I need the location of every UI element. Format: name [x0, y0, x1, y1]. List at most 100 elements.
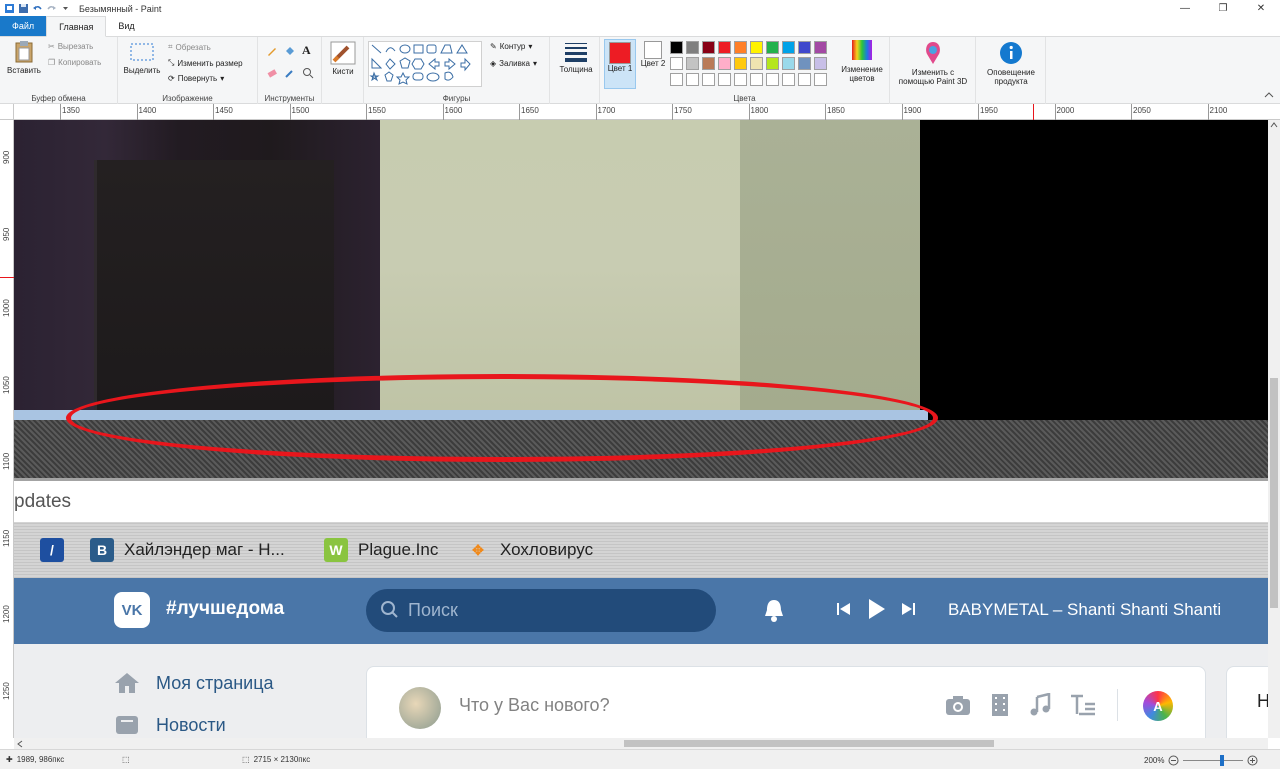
undo-icon[interactable]	[32, 3, 43, 14]
selection-size: ⬚	[122, 755, 130, 764]
text-tool-icon[interactable]: A	[302, 43, 311, 58]
shapes-gallery[interactable]	[368, 41, 482, 87]
vertical-scroll-thumb[interactable]	[1270, 378, 1278, 608]
paste-button[interactable]: Вставить	[4, 40, 44, 75]
palette-swatch[interactable]	[702, 57, 715, 70]
palette-swatch-empty[interactable]	[686, 73, 699, 86]
fill-bucket-icon[interactable]	[284, 45, 296, 57]
close-button[interactable]: ✕	[1242, 0, 1280, 17]
ruler-tick-label: 1500	[291, 106, 310, 115]
ruler-tick-label: 1400	[138, 106, 157, 115]
bookmark-3: W Plague.Inc	[324, 538, 438, 562]
ruler-tick-label: 1200	[2, 605, 11, 623]
crop-button[interactable]: ⌗ Обрезать	[168, 42, 211, 52]
palette-swatch[interactable]	[766, 41, 779, 54]
palette-swatch[interactable]	[734, 41, 747, 54]
brushes-button[interactable]: Кисти	[326, 41, 360, 76]
chevron-down-icon: ▾	[220, 74, 225, 83]
scroll-left-icon[interactable]	[17, 740, 23, 748]
paint3d-group: Изменить с помощью Paint 3D	[890, 37, 976, 104]
palette-swatch-empty[interactable]	[814, 73, 827, 86]
maximize-button[interactable]: ❐	[1204, 0, 1242, 17]
collapse-ribbon-icon[interactable]	[1264, 91, 1274, 99]
palette-swatch-empty[interactable]	[782, 73, 795, 86]
eraser-icon[interactable]	[266, 67, 278, 79]
palette-swatch[interactable]	[750, 41, 763, 54]
scroll-up-icon[interactable]	[1270, 122, 1278, 128]
color-picker-icon[interactable]	[284, 67, 296, 79]
ruler-tick-label: 1950	[980, 106, 998, 115]
palette-swatch-empty[interactable]	[750, 73, 763, 86]
palette-swatch-empty[interactable]	[702, 73, 715, 86]
palette-swatch[interactable]	[782, 57, 795, 70]
camera-icon	[946, 696, 970, 715]
pencil-icon[interactable]	[266, 45, 278, 57]
ruler-tick-label: 950	[2, 227, 11, 241]
palette-swatch[interactable]	[670, 57, 683, 70]
customize-qat-icon[interactable]	[60, 3, 71, 14]
tab-home[interactable]: Главная	[46, 16, 107, 37]
tab-file[interactable]: Файл	[0, 16, 47, 36]
copy-button[interactable]: ❐ Копировать	[48, 58, 101, 67]
size-button[interactable]: Толщина	[556, 41, 596, 74]
color2-button[interactable]: Цвет 2	[640, 41, 666, 68]
palette-swatch[interactable]	[814, 41, 827, 54]
palette-swatch[interactable]	[814, 57, 827, 70]
fill-dropdown[interactable]: ◈ Заливка ▾	[490, 59, 537, 68]
zoom-in-icon[interactable]	[1247, 755, 1258, 766]
rotate-button[interactable]: ⟳ Повернуть ▾	[168, 74, 224, 83]
image-group: Выделить ⌗ Обрезать ⤡ Изменить размер ⟳ …	[118, 37, 258, 104]
save-icon[interactable]	[18, 3, 29, 14]
ruler-tick-label: 1450	[215, 106, 233, 115]
paint3d-button[interactable]: Изменить с помощью Paint 3D	[894, 40, 972, 86]
paint3d-icon	[926, 42, 940, 64]
magnifier-icon[interactable]	[302, 67, 314, 79]
palette-swatch[interactable]	[702, 41, 715, 54]
horizontal-scrollbar[interactable]	[14, 738, 1268, 749]
minimize-button[interactable]: —	[1166, 0, 1204, 17]
ruler-tick-label: 1600	[444, 106, 463, 115]
photo-light-region-right	[740, 120, 920, 410]
palette-swatch[interactable]	[718, 57, 731, 70]
palette-swatch[interactable]	[670, 41, 683, 54]
product-alert-button[interactable]: Оповещение продукта	[980, 40, 1042, 86]
palette-swatch-empty[interactable]	[718, 73, 731, 86]
ruler-tick-label: 1800	[750, 106, 769, 115]
palette-swatch[interactable]	[750, 57, 763, 70]
palette-swatch-empty[interactable]	[734, 73, 747, 86]
tab-view[interactable]: Вид	[106, 16, 146, 36]
drawing-canvas[interactable]: pdates / B Хайлэндер маг - Н... W Plague…	[14, 120, 1268, 738]
outline-dropdown[interactable]: ✎ Контур ▾	[490, 42, 532, 51]
palette-swatch[interactable]	[798, 57, 811, 70]
palette-swatch[interactable]	[766, 57, 779, 70]
zoom-slider[interactable]	[1183, 755, 1244, 766]
palette-swatch[interactable]	[686, 57, 699, 70]
palette-swatch[interactable]	[782, 41, 795, 54]
redo-icon[interactable]	[46, 3, 57, 14]
zoom-level: 200%	[1144, 756, 1165, 765]
select-button[interactable]: Выделить	[120, 42, 164, 75]
vk-right-card: Н	[1226, 666, 1268, 738]
palette-swatch[interactable]	[798, 41, 811, 54]
edit-colors-button[interactable]: Изменение цветов	[834, 39, 890, 83]
zoom-controls: 200%	[1144, 755, 1258, 766]
photo-dark-frame	[94, 160, 334, 410]
selection-icon: ⬚	[122, 755, 130, 764]
cut-button[interactable]: ✂ Вырезать	[48, 42, 93, 51]
palette-swatch[interactable]	[686, 41, 699, 54]
ruler-tick	[60, 104, 61, 120]
palette-swatch[interactable]	[718, 41, 731, 54]
horizontal-scroll-thumb[interactable]	[624, 740, 994, 747]
vk-search-placeholder: Поиск	[408, 600, 458, 620]
color1-button[interactable]: Цвет 1	[604, 39, 636, 89]
palette-swatch-empty[interactable]	[766, 73, 779, 86]
vertical-scrollbar[interactable]	[1268, 120, 1280, 738]
palette-swatch[interactable]	[734, 57, 747, 70]
zoom-out-icon[interactable]	[1168, 755, 1179, 766]
ruler-tick-label: 1850	[827, 106, 845, 115]
palette-swatch-empty[interactable]	[670, 73, 683, 86]
brushes-group: Кисти	[322, 37, 364, 104]
palette-swatch-empty[interactable]	[798, 73, 811, 86]
resize-button[interactable]: ⤡ Изменить размер	[168, 58, 243, 68]
zoom-slider-thumb[interactable]	[1220, 755, 1225, 766]
